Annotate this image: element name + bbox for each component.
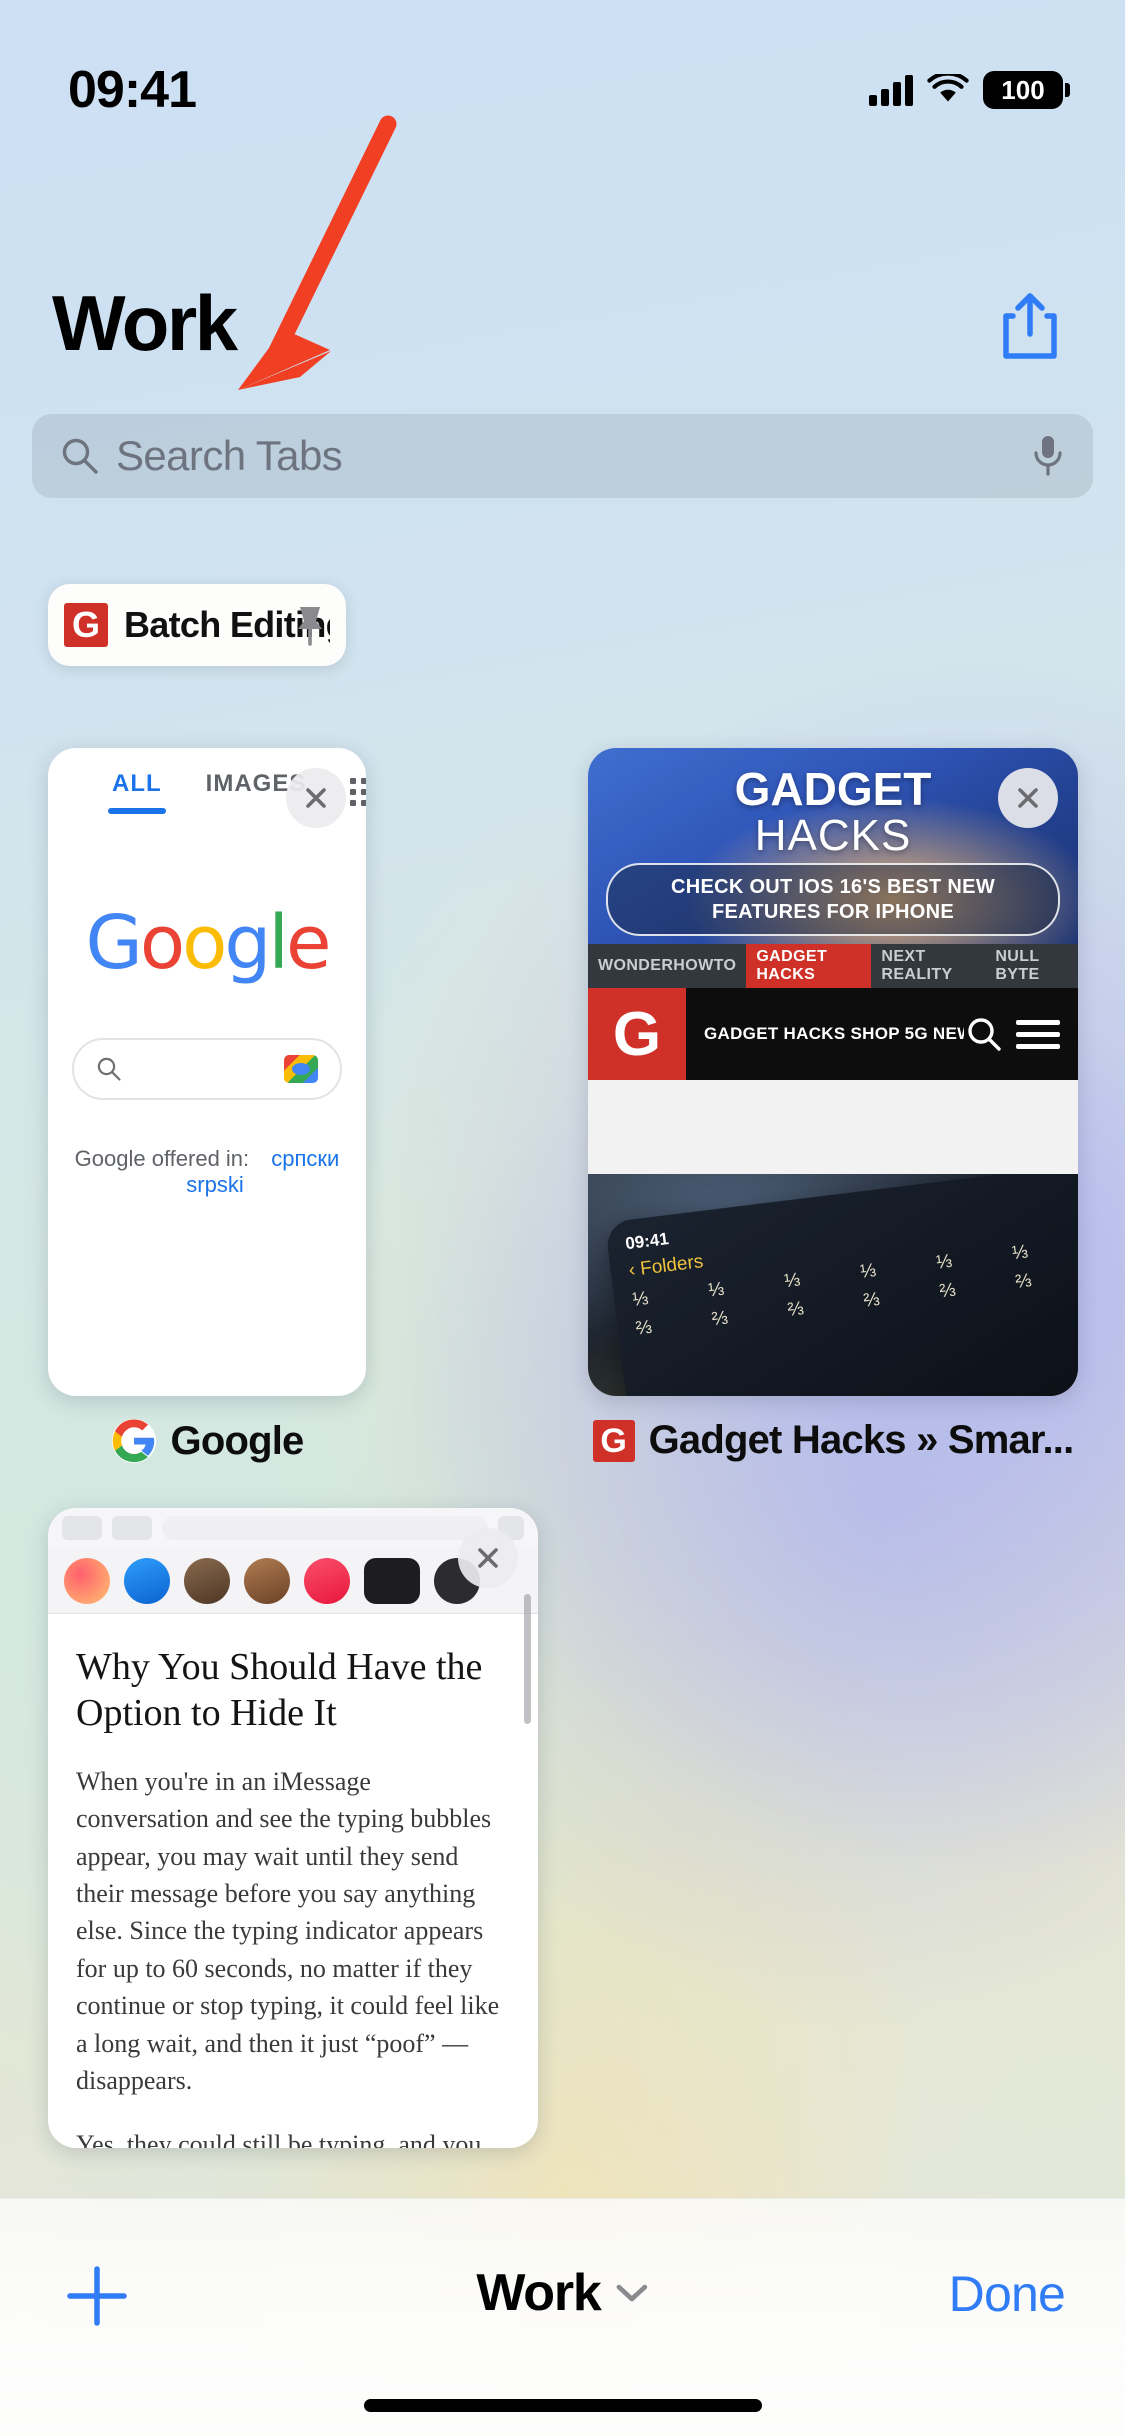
imessage-article-body: Why You Should Have the Option to Hide I… bbox=[48, 1614, 538, 2148]
google-tab-all[interactable]: ALL bbox=[108, 770, 166, 814]
close-tab-button-gadget-hacks[interactable] bbox=[998, 768, 1058, 828]
tab-caption-gadget-hacks: G Gadget Hacks » Smar... bbox=[588, 1418, 1078, 1463]
hero-title-line2: HACKS bbox=[754, 811, 912, 860]
google-favicon bbox=[111, 1418, 156, 1464]
gadget-hacks-article-photo: 09:41 ‹ Folders ⅓⅓⅓⅓⅓⅓ ⅔⅔⅔⅔⅔⅔ bbox=[588, 1174, 1078, 1396]
share-icon bbox=[1003, 293, 1057, 359]
tab-group-selector[interactable]: Work bbox=[476, 2263, 648, 2323]
search-tabs-field[interactable]: Search Tabs bbox=[32, 414, 1093, 498]
new-tab-button[interactable] bbox=[62, 2261, 132, 2331]
nav-item-wonderhowto[interactable]: WONDERHOWTO bbox=[588, 957, 746, 975]
hamburger-icon[interactable] bbox=[1016, 1019, 1060, 1049]
microphone-icon[interactable] bbox=[1031, 433, 1065, 479]
close-tab-button-google[interactable] bbox=[286, 768, 346, 828]
wifi-icon bbox=[927, 74, 969, 102]
tab-thumbnail-google[interactable]: ALL IMAGES Google Google offered in: срп… bbox=[48, 748, 366, 1396]
chevron-down-icon[interactable] bbox=[615, 2281, 649, 2305]
status-bar: 09:41 100 bbox=[0, 0, 1125, 140]
close-tab-button-imessage[interactable] bbox=[458, 1528, 518, 1588]
google-logo: Google bbox=[85, 900, 332, 986]
close-icon bbox=[478, 1548, 498, 1568]
article-heading: Why You Should Have the Option to Hide I… bbox=[76, 1646, 483, 1735]
nav-item-null-byte[interactable]: NULL BYTE bbox=[985, 948, 1078, 984]
gadget-hacks-site-links[interactable]: GADGET HACKS SHOP 5G NEWS & GU bbox=[686, 1024, 964, 1044]
tab-thumbnail-imessage-article[interactable]: Why You Should Have the Option to Hide I… bbox=[48, 1508, 538, 2148]
tab-caption-text: Google bbox=[170, 1418, 304, 1463]
app-icon-memoji-1[interactable] bbox=[184, 1557, 230, 1604]
app-icon-appstore[interactable] bbox=[124, 1557, 170, 1604]
hero-cta-pill[interactable]: CHECK OUT IOS 16'S BEST NEW FEATURES FOR… bbox=[606, 863, 1060, 936]
gadget-hacks-logo[interactable]: G bbox=[588, 988, 686, 1080]
nav-item-next-reality[interactable]: NEXT REALITY bbox=[871, 948, 985, 984]
tab-card-google[interactable]: ALL IMAGES Google Google offered in: срп… bbox=[48, 748, 366, 1464]
status-indicators: 100 bbox=[869, 71, 1070, 109]
share-button[interactable] bbox=[995, 290, 1065, 364]
gadget-hacks-header-bar: G GADGET HACKS SHOP 5G NEWS & GU bbox=[588, 988, 1078, 1080]
language-link-srpski-lat[interactable]: srpski bbox=[186, 1172, 243, 1197]
status-clock: 09:41 bbox=[68, 61, 197, 119]
gadget-hacks-white-gap bbox=[588, 1080, 1078, 1174]
tab-card-imessage-article[interactable]: Why You Should Have the Option to Hide I… bbox=[48, 1508, 538, 2148]
language-link-srpski-cyr[interactable]: српски bbox=[271, 1146, 339, 1171]
close-icon bbox=[306, 788, 326, 808]
signal-bars-icon bbox=[869, 74, 913, 106]
google-search-box[interactable] bbox=[72, 1038, 342, 1100]
offered-in-label: Google offered in: bbox=[74, 1146, 250, 1171]
app-icon-memoji-2[interactable] bbox=[244, 1557, 290, 1604]
plus-icon bbox=[67, 2266, 127, 2326]
tab-card-gadget-hacks[interactable]: GADGET HACKS CHECK OUT IOS 16'S BEST NEW… bbox=[588, 748, 1078, 1463]
app-icon-music[interactable] bbox=[304, 1557, 350, 1604]
scrollbar[interactable] bbox=[524, 1594, 531, 1724]
app-icon-applepay[interactable] bbox=[364, 1557, 420, 1604]
camera-icon bbox=[62, 1516, 102, 1540]
tab-caption-text: Gadget Hacks » Smar... bbox=[648, 1418, 1074, 1462]
done-button[interactable]: Done bbox=[949, 2265, 1066, 2323]
google-lens-icon[interactable] bbox=[284, 1055, 318, 1083]
search-icon bbox=[62, 438, 98, 474]
gadget-hacks-network-nav[interactable]: WONDERHOWTO GADGET HACKS NEXT REALITY NU… bbox=[588, 944, 1078, 988]
apps-grid-icon[interactable] bbox=[350, 778, 366, 806]
tab-group-label: Work bbox=[476, 2264, 601, 2322]
nav-item-gadget-hacks[interactable]: GADGET HACKS bbox=[746, 944, 872, 988]
google-offered-in: Google offered in: српски srpski bbox=[48, 1146, 366, 1198]
close-icon bbox=[1018, 788, 1038, 808]
photo-phone-mockup: 09:41 ‹ Folders ⅓⅓⅓⅓⅓⅓ ⅔⅔⅔⅔⅔⅔ bbox=[605, 1174, 1078, 1396]
tab-caption-google: Google bbox=[48, 1418, 366, 1464]
battery-level: 100 bbox=[1001, 74, 1045, 105]
article-paragraph-2: Yes, they could still be typing, and you… bbox=[76, 2129, 482, 2148]
search-icon[interactable] bbox=[964, 1014, 1004, 1054]
home-indicator bbox=[363, 2399, 762, 2412]
page-title: Work bbox=[52, 279, 238, 367]
pin-icon[interactable] bbox=[290, 602, 330, 648]
imessage-input-field bbox=[162, 1516, 488, 1540]
gadget-hacks-favicon: G bbox=[592, 1419, 635, 1462]
tab-thumbnail-gadget-hacks[interactable]: GADGET HACKS CHECK OUT IOS 16'S BEST NEW… bbox=[588, 748, 1078, 1396]
appstore-icon bbox=[112, 1516, 152, 1540]
search-icon bbox=[97, 1057, 121, 1081]
bottom-toolbar: Work Done bbox=[0, 2198, 1125, 2436]
battery-icon: 100 bbox=[983, 71, 1070, 109]
article-paragraph-1: When you're in an iMessage conversation … bbox=[76, 1766, 500, 2096]
app-icon-photos[interactable] bbox=[64, 1557, 110, 1604]
search-input-placeholder[interactable]: Search Tabs bbox=[116, 432, 1031, 480]
pinned-tab-chip[interactable]: G Batch Editing Pho... bbox=[48, 584, 346, 666]
gadget-hacks-favicon: G bbox=[64, 603, 108, 647]
